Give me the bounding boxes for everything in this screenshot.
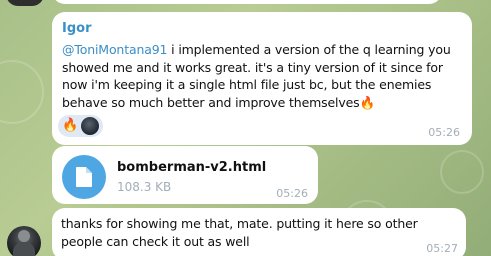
message-text: thanks for showing me that, mate. puttin…: [61, 216, 418, 249]
avatar[interactable]: [7, 226, 41, 256]
message-time: 05:26: [428, 126, 460, 139]
avatar-head-shape: [18, 230, 30, 242]
message-bubble[interactable]: thanks for showing me that, mate. puttin…: [52, 208, 466, 256]
file-message-bubble[interactable]: bomberman-v2.html 108.3 KB 05:26: [52, 146, 318, 204]
background-doodle: [440, 150, 484, 194]
previous-message-bubble: [52, 0, 442, 4]
file-name[interactable]: bomberman-v2.html: [117, 160, 266, 175]
file-size: 108.3 KB: [117, 180, 172, 194]
message-time: 05:26: [276, 187, 308, 200]
message-text: @ToniMontana91 i implemented a version o…: [62, 41, 460, 111]
message-bubble[interactable]: Igor @ToniMontana91 i implemented a vers…: [52, 12, 472, 145]
sender-name[interactable]: Igor: [62, 21, 460, 37]
message-time: 05:27: [426, 242, 458, 255]
document-icon[interactable]: [62, 155, 106, 199]
avatar-body-shape: [13, 242, 35, 256]
avatar[interactable]: [6, 0, 44, 6]
mention-link[interactable]: @ToniMontana91: [62, 42, 168, 57]
background-doodle: [0, 60, 44, 124]
reactions-bar[interactable]: 🔥: [58, 115, 104, 137]
fire-reaction-icon[interactable]: 🔥: [62, 117, 78, 135]
reactor-avatar: [81, 117, 100, 135]
